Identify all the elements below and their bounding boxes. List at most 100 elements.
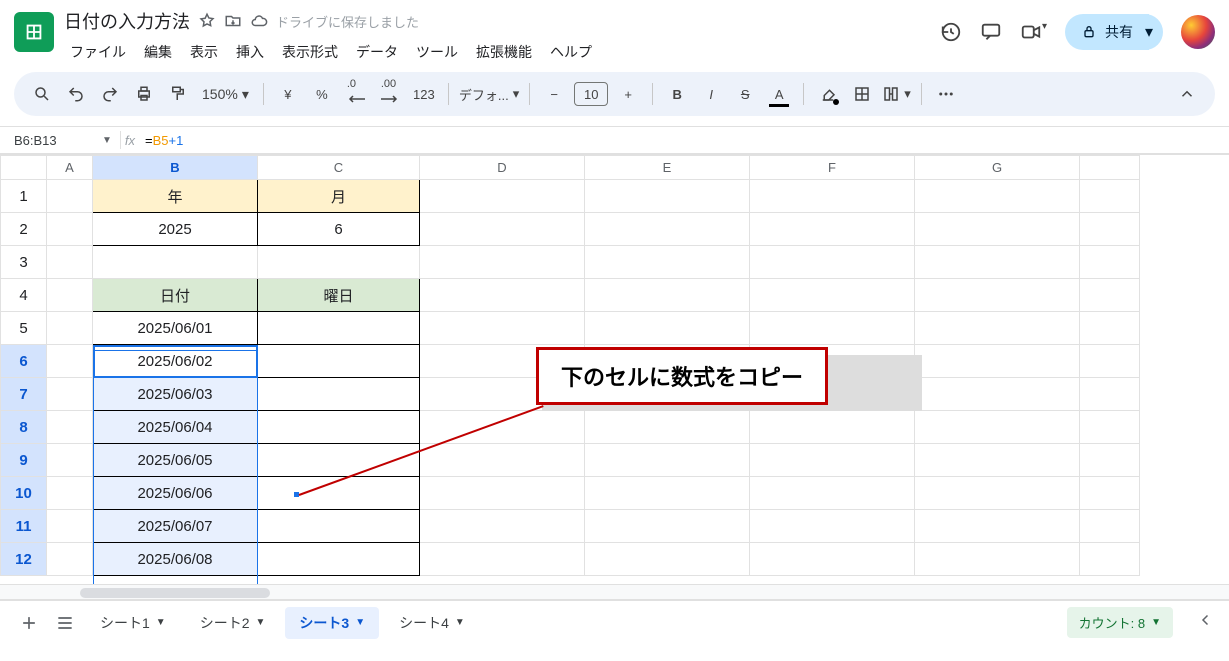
collapse-toolbar-icon[interactable] [1173,79,1201,109]
cell-C11[interactable] [258,510,420,543]
cell-C1[interactable]: 月 [258,180,420,213]
col-C[interactable]: C [258,156,420,180]
cell-B2[interactable]: 2025 [93,213,258,246]
name-box-caret[interactable]: ▼ [102,135,112,146]
all-sheets-button[interactable] [50,608,80,638]
row-5[interactable]: 5 [1,312,47,345]
print-icon[interactable] [130,79,158,109]
cell-B11[interactable]: 2025/06/07 [93,510,258,543]
col-G[interactable]: G [915,156,1080,180]
redo-icon[interactable] [96,79,124,109]
sheet-tab-1[interactable]: シート1▼ [86,607,180,639]
cell-B8[interactable]: 2025/06/04 [93,411,258,444]
row-11[interactable]: 11 [1,510,47,543]
cell-C7[interactable] [258,378,420,411]
cell-B6[interactable]: 2025/06/02 [93,345,258,378]
spreadsheet-grid[interactable]: A B C D E F G 1年月 220256 3 4日付曜日 52025/0… [0,154,1229,584]
zoom-select[interactable]: 150% ▾ [198,79,253,109]
annotation-box: 下のセルに数式をコピー [536,347,828,405]
cell-B9[interactable]: 2025/06/05 [93,444,258,477]
cell-B7[interactable]: 2025/06/03 [93,378,258,411]
increase-decimal-button[interactable]: .00 [376,79,404,109]
number-format-button[interactable]: 123 [410,79,438,109]
sheet-tab-3[interactable]: シート3▼ [285,607,379,639]
decrease-decimal-button[interactable]: .0 [342,79,370,109]
add-sheet-button[interactable] [14,608,44,638]
menu-insert[interactable]: 挿入 [230,38,270,66]
meet-icon[interactable]: ▾ [1020,21,1047,43]
title-block: 日付の入力方法 ドライブに保存しました ファイル 編集 表示 挿入 表示形式 デ… [64,8,598,66]
row-10[interactable]: 10 [1,477,47,510]
col-E[interactable]: E [585,156,750,180]
search-icon[interactable] [28,79,56,109]
menu-edit[interactable]: 編集 [138,38,178,66]
count-chip[interactable]: カウント: 8▼ [1067,607,1173,638]
strikethrough-button[interactable]: S [731,79,759,109]
formula-bar: ▼ fx =B5+1 [0,126,1229,154]
sheet-tab-4[interactable]: シート4▼ [385,607,479,639]
font-size-increase[interactable]: + [614,79,642,109]
avatar[interactable] [1181,15,1215,49]
sheets-logo [14,12,54,52]
cell-C2[interactable]: 6 [258,213,420,246]
document-title[interactable]: 日付の入力方法 [64,8,190,34]
col-A[interactable]: A [47,156,93,180]
cloud-icon[interactable] [250,12,268,30]
formula-input[interactable]: =B5+1 [145,133,183,148]
undo-icon[interactable] [62,79,90,109]
cell-B1[interactable]: 年 [93,180,258,213]
comment-icon[interactable] [980,21,1002,43]
name-box[interactable] [14,133,94,148]
merge-button[interactable]: ▾ [882,79,911,109]
col-D[interactable]: D [420,156,585,180]
horizontal-scrollbar[interactable] [0,584,1229,600]
column-headers[interactable]: A B C D E F G [1,156,1140,180]
bold-button[interactable]: B [663,79,691,109]
menu-file[interactable]: ファイル [64,38,132,66]
cell-C6[interactable] [258,345,420,378]
font-size-decrease[interactable]: − [540,79,568,109]
row-6[interactable]: 6 [1,345,47,378]
currency-button[interactable]: ¥ [274,79,302,109]
text-color-button[interactable]: A [765,79,793,109]
row-1[interactable]: 1 [1,180,47,213]
menu-format[interactable]: 表示形式 [276,38,344,66]
cell-C5[interactable] [258,312,420,345]
cell-B4[interactable]: 日付 [93,279,258,312]
menu-view[interactable]: 表示 [184,38,224,66]
side-panel-toggle[interactable] [1197,611,1215,634]
percent-button[interactable]: % [308,79,336,109]
italic-button[interactable]: I [697,79,725,109]
menu-data[interactable]: データ [350,38,404,66]
col-B[interactable]: B [93,156,258,180]
cell-C8[interactable] [258,411,420,444]
font-select[interactable]: デフォ... ▾ [459,79,519,109]
borders-button[interactable] [848,79,876,109]
paint-format-icon[interactable] [164,79,192,109]
select-all-corner[interactable] [1,156,47,180]
row-2[interactable]: 2 [1,213,47,246]
col-F[interactable]: F [750,156,915,180]
row-4[interactable]: 4 [1,279,47,312]
font-size-input[interactable]: 10 [574,82,608,106]
row-9[interactable]: 9 [1,444,47,477]
move-icon[interactable] [224,12,242,30]
row-12[interactable]: 12 [1,543,47,576]
cell-C12[interactable] [258,543,420,576]
cell-C4[interactable]: 曜日 [258,279,420,312]
star-icon[interactable] [198,12,216,30]
sheet-tab-2[interactable]: シート2▼ [186,607,280,639]
history-icon[interactable] [940,21,962,43]
fill-color-button[interactable] [814,79,842,109]
cell-B5[interactable]: 2025/06/01 [93,312,258,345]
share-caret[interactable]: ▾ [1135,14,1163,50]
more-toolbar-icon[interactable] [932,79,960,109]
cell-B12[interactable]: 2025/06/08 [93,543,258,576]
menu-extensions[interactable]: 拡張機能 [470,38,538,66]
menu-tools[interactable]: ツール [410,38,464,66]
row-7[interactable]: 7 [1,378,47,411]
row-8[interactable]: 8 [1,411,47,444]
menu-help[interactable]: ヘルプ [544,38,598,66]
row-3[interactable]: 3 [1,246,47,279]
cell-B10[interactable]: 2025/06/06 [93,477,258,510]
